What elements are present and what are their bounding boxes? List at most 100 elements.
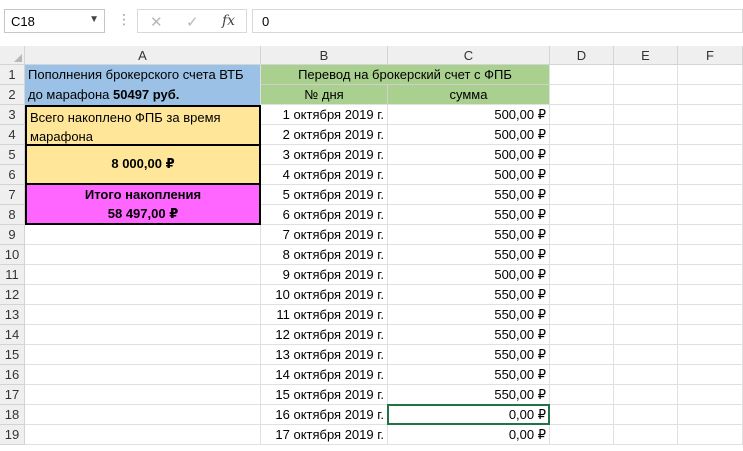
cell-b8[interactable]: 6 октября 2019 г. [261, 205, 388, 225]
cell-e11[interactable] [614, 265, 678, 285]
cell-a9[interactable] [25, 225, 261, 245]
cell-d8[interactable] [550, 205, 614, 225]
cell-c15[interactable]: 550,00 ₽ [388, 345, 550, 365]
cell-f9[interactable] [678, 225, 743, 245]
cell-d3[interactable] [550, 105, 614, 125]
column-header-f[interactable]: F [678, 46, 743, 65]
cell-b3[interactable]: 1 октября 2019 г. [261, 105, 388, 125]
cell-c9[interactable]: 550,00 ₽ [388, 225, 550, 245]
cell-d15[interactable] [550, 345, 614, 365]
cell-d9[interactable] [550, 225, 614, 245]
row-header-3[interactable]: 3 [0, 105, 25, 125]
cell-e16[interactable] [614, 365, 678, 385]
cell-d1[interactable] [550, 65, 614, 85]
row-header-8[interactable]: 8 [0, 205, 25, 225]
enter-icon[interactable]: ✓ [186, 13, 199, 31]
cell-c14[interactable]: 550,00 ₽ [388, 325, 550, 345]
row-header-18[interactable]: 18 [0, 405, 25, 425]
cell-d17[interactable] [550, 385, 614, 405]
cell-c19[interactable]: 0,00 ₽ [388, 425, 550, 445]
select-all-button[interactable] [0, 46, 25, 65]
row-header-10[interactable]: 10 [0, 245, 25, 265]
cell-c12[interactable]: 550,00 ₽ [388, 285, 550, 305]
row-header-7[interactable]: 7 [0, 185, 25, 205]
cell-d12[interactable] [550, 285, 614, 305]
cell-e2[interactable] [614, 85, 678, 105]
cell-c17[interactable]: 550,00 ₽ [388, 385, 550, 405]
cell-d7[interactable] [550, 185, 614, 205]
cell-f4[interactable] [678, 125, 743, 145]
cell-f14[interactable] [678, 325, 743, 345]
cell-d10[interactable] [550, 245, 614, 265]
cell-f8[interactable] [678, 205, 743, 225]
cell-b13[interactable]: 11 октября 2019 г. [261, 305, 388, 325]
cell-b17[interactable]: 15 октября 2019 г. [261, 385, 388, 405]
cell-d4[interactable] [550, 125, 614, 145]
cell-b9[interactable]: 7 октября 2019 г. [261, 225, 388, 245]
row-header-2[interactable]: 2 [0, 85, 25, 105]
cell-f18[interactable] [678, 405, 743, 425]
cell-a17[interactable] [25, 385, 261, 405]
cell-a14[interactable] [25, 325, 261, 345]
cell-b2[interactable]: № дня [261, 85, 388, 105]
cell-e6[interactable] [614, 165, 678, 185]
cell-d13[interactable] [550, 305, 614, 325]
cell-c7[interactable]: 550,00 ₽ [388, 185, 550, 205]
cell-c2[interactable]: сумма [388, 85, 550, 105]
cell-b11[interactable]: 9 октября 2019 г. [261, 265, 388, 285]
cell-e1[interactable] [614, 65, 678, 85]
cell-e19[interactable] [614, 425, 678, 445]
cell-b5[interactable]: 3 октября 2019 г. [261, 145, 388, 165]
cell-a18[interactable] [25, 405, 261, 425]
row-header-6[interactable]: 6 [0, 165, 25, 185]
cell-f16[interactable] [678, 365, 743, 385]
cell-e18[interactable] [614, 405, 678, 425]
row-header-12[interactable]: 12 [0, 285, 25, 305]
column-header-d[interactable]: D [550, 46, 614, 65]
cell-f2[interactable] [678, 85, 743, 105]
cell-b10[interactable]: 8 октября 2019 г. [261, 245, 388, 265]
name-box[interactable]: C18 ▼ [4, 9, 105, 33]
cancel-icon[interactable]: ✕ [150, 13, 163, 31]
cell-d11[interactable] [550, 265, 614, 285]
cell-c5[interactable]: 500,00 ₽ [388, 145, 550, 165]
cell-a13[interactable] [25, 305, 261, 325]
row-header-13[interactable]: 13 [0, 305, 25, 325]
cell-a3-merged[interactable]: Всего накоплено ФПБ за время марафона [25, 105, 261, 145]
formula-input[interactable]: 0 [252, 9, 743, 33]
row-header-15[interactable]: 15 [0, 345, 25, 365]
cell-c13[interactable]: 550,00 ₽ [388, 305, 550, 325]
cell-f10[interactable] [678, 245, 743, 265]
cell-f6[interactable] [678, 165, 743, 185]
cell-e8[interactable] [614, 205, 678, 225]
chevron-down-icon[interactable]: ▼ [89, 14, 99, 25]
column-header-a[interactable]: A [25, 46, 261, 65]
cell-a11[interactable] [25, 265, 261, 285]
cell-f7[interactable] [678, 185, 743, 205]
cell-d19[interactable] [550, 425, 614, 445]
cell-d2[interactable] [550, 85, 614, 105]
cell-f3[interactable] [678, 105, 743, 125]
row-header-19[interactable]: 19 [0, 425, 25, 445]
cell-c16[interactable]: 550,00 ₽ [388, 365, 550, 385]
cell-e3[interactable] [614, 105, 678, 125]
cell-e12[interactable] [614, 285, 678, 305]
cell-a7-merged[interactable]: Итого накопления 58 497,00 ₽ [25, 185, 261, 225]
row-header-1[interactable]: 1 [0, 65, 25, 85]
cell-f15[interactable] [678, 345, 743, 365]
cell-b18[interactable]: 16 октября 2019 г. [261, 405, 388, 425]
cell-a5-merged[interactable]: 8 000,00 ₽ [25, 145, 261, 185]
cell-e17[interactable] [614, 385, 678, 405]
cell-f17[interactable] [678, 385, 743, 405]
cell-c6[interactable]: 500,00 ₽ [388, 165, 550, 185]
column-header-b[interactable]: B [261, 46, 388, 65]
cell-a16[interactable] [25, 365, 261, 385]
cell-c8[interactable]: 550,00 ₽ [388, 205, 550, 225]
cell-a15[interactable] [25, 345, 261, 365]
cell-c18[interactable]: 0,00 ₽ [388, 405, 550, 425]
cell-e9[interactable] [614, 225, 678, 245]
cell-e14[interactable] [614, 325, 678, 345]
cell-b15[interactable]: 13 октября 2019 г. [261, 345, 388, 365]
cell-b7[interactable]: 5 октября 2019 г. [261, 185, 388, 205]
column-header-e[interactable]: E [614, 46, 678, 65]
